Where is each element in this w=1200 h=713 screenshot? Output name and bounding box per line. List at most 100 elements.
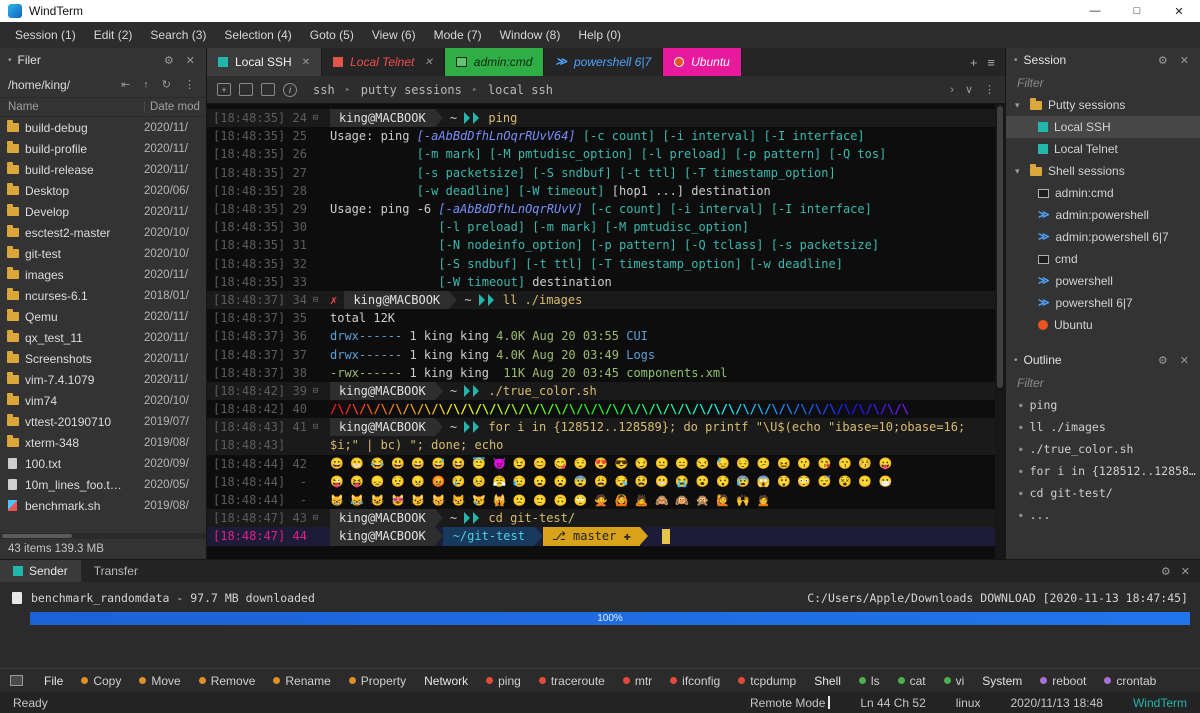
menu-goto-5[interactable]: Goto (5) — [301, 23, 363, 47]
session-item-admin-powershell[interactable]: ≫ admin:powershell — [1006, 204, 1200, 226]
new-window-icon[interactable] — [261, 83, 275, 96]
session-item-admin-powershell-6-7[interactable]: ≫ admin:powershell 6|7 — [1006, 226, 1200, 248]
tab-admin-cmd[interactable]: admin:cmd — [444, 48, 545, 76]
bottom-tab-transfer[interactable]: Transfer — [81, 560, 151, 582]
toolbar-network[interactable]: Network — [415, 669, 477, 692]
terminal[interactable]: [18:48:35] 24 ⊟ king@MACBOOK ~ ping [18:48:3… — [207, 104, 1005, 559]
menu-mode-7[interactable]: Mode (7) — [425, 23, 491, 47]
outline-settings-icon[interactable]: ⚙ — [1155, 354, 1171, 367]
transfer-settings-icon[interactable]: ⚙ — [1161, 565, 1171, 578]
session-filter-input[interactable]: Filter — [1006, 72, 1200, 94]
session-item-cmd[interactable]: cmd — [1006, 248, 1200, 270]
outline-item-cd-git-test[interactable]: ● cd git-test/ — [1006, 482, 1200, 504]
session-item-powershell[interactable]: ≫ powershell — [1006, 270, 1200, 292]
fold-marker-icon[interactable]: ⊟ — [307, 386, 324, 396]
status-windterm[interactable]: WindTerm — [1133, 696, 1187, 710]
file-row-xterm-348[interactable]: xterm-348 2019/08/ — [0, 432, 206, 453]
file-row-100-txt[interactable]: 100.txt 2020/09/ — [0, 453, 206, 474]
file-row-build-profile[interactable]: build-profile 2020/11/ — [0, 138, 206, 159]
scrollbar-thumb[interactable] — [2, 534, 72, 538]
toolbar-file[interactable]: File — [35, 669, 72, 692]
breadcrumb-segment-ssh[interactable]: ssh — [313, 83, 335, 97]
split-pane-icon[interactable]: + — [217, 83, 231, 96]
toolbar-reboot[interactable]: reboot — [1031, 669, 1095, 692]
breadcrumb-segment-local-ssh[interactable]: local ssh — [488, 83, 553, 97]
menu-help-0[interactable]: Help (0) — [569, 23, 630, 47]
fold-marker-icon[interactable]: ⊟ — [307, 513, 324, 523]
scrollbar-thumb[interactable] — [997, 106, 1003, 389]
info-icon[interactable]: i — [283, 82, 297, 97]
menu-window-8[interactable]: Window (8) — [491, 23, 570, 47]
session-item-shell-sessions[interactable]: ▾ Shell sessions — [1006, 160, 1200, 182]
toolbar-crontab[interactable]: crontab — [1095, 669, 1165, 692]
file-row-qx-test-11[interactable]: qx_test_11 2020/11/ — [0, 327, 206, 348]
outline-item-ping[interactable]: ● ping — [1006, 394, 1200, 416]
fold-marker-icon[interactable]: ⊟ — [307, 422, 324, 432]
status-2020-11-13-18-48[interactable]: 2020/11/13 18:48 — [1010, 696, 1103, 710]
toolbar-ping[interactable]: ping — [477, 669, 530, 692]
filer-menu-icon[interactable]: ⋮ — [181, 78, 198, 91]
filer-settings-icon[interactable]: ⚙ — [161, 54, 177, 67]
session-settings-icon[interactable]: ⚙ — [1155, 54, 1171, 67]
column-header-name[interactable]: Name — [0, 101, 144, 113]
session-item-putty-sessions[interactable]: ▾ Putty sessions — [1006, 94, 1200, 116]
toolbar-ls[interactable]: ls — [850, 669, 889, 692]
filer-close-icon[interactable]: ✕ — [183, 54, 198, 67]
outline-item-[interactable]: ●... — [1006, 504, 1200, 526]
file-row-esctest2-master[interactable]: esctest2-master 2020/10/ — [0, 222, 206, 243]
maximize-button[interactable]: □ — [1116, 0, 1158, 22]
menu-selection-4[interactable]: Selection (4) — [215, 23, 300, 47]
tab-close-icon[interactable]: ✕ — [302, 57, 310, 68]
session-item-ubuntu[interactable]: Ubuntu — [1006, 314, 1200, 336]
toolbar-copy[interactable]: Copy — [72, 669, 130, 692]
window-grid-icon[interactable] — [10, 675, 23, 686]
filer-path[interactable]: /home/king/ — [8, 78, 111, 92]
session-item-powershell-6-7[interactable]: ≫ powershell 6|7 — [1006, 292, 1200, 314]
toolbar-system[interactable]: System — [973, 669, 1031, 692]
outline-item-ll-images[interactable]: ● ll ./images — [1006, 416, 1200, 438]
file-row-vim74[interactable]: vim74 2020/10/ — [0, 390, 206, 411]
breadcrumb-segment-putty-sessions[interactable]: putty sessions — [361, 83, 462, 97]
file-row-benchmark-sh[interactable]: benchmark.sh 2019/08/ — [0, 495, 206, 516]
file-row-build-release[interactable]: build-release 2020/11/ — [0, 159, 206, 180]
session-close-icon[interactable]: ✕ — [1177, 54, 1192, 67]
file-row-build-debug[interactable]: build-debug 2020/11/ — [0, 117, 206, 138]
file-row-vim-7-4-1079[interactable]: vim-7.4.1079 2020/11/ — [0, 369, 206, 390]
tab-local-telnet[interactable]: Local Telnet ✕ — [322, 48, 445, 76]
tab-close-icon[interactable]: ✕ — [424, 57, 432, 68]
collapse-arrow-icon[interactable]: ▾ — [1015, 166, 1024, 177]
expand-icon[interactable]: › — [950, 84, 954, 96]
toolbar-cat[interactable]: cat — [889, 669, 935, 692]
transfer-close-icon[interactable]: ✕ — [1181, 565, 1190, 578]
file-row-desktop[interactable]: Desktop 2020/06/ — [0, 180, 206, 201]
menu-edit-2[interactable]: Edit (2) — [85, 23, 142, 47]
file-row-qemu[interactable]: Qemu 2020/11/ — [0, 306, 206, 327]
file-row-vttest-20190710[interactable]: vttest-20190710 2019/07/ — [0, 411, 206, 432]
toolbar-shell[interactable]: Shell — [805, 669, 850, 692]
file-row-git-test[interactable]: git-test 2020/10/ — [0, 243, 206, 264]
file-row-images[interactable]: images 2020/11/ — [0, 264, 206, 285]
file-row-10m-lines-foo-t[interactable]: 10m_lines_foo.t… 2020/05/ — [0, 474, 206, 495]
fold-marker-icon[interactable]: ⊟ — [307, 113, 324, 123]
toolbar-vi[interactable]: vi — [935, 669, 974, 692]
collapse-arrow-icon[interactable]: ▾ — [1015, 100, 1024, 111]
toolbar-property[interactable]: Property — [340, 669, 415, 692]
session-item-admin-cmd[interactable]: admin:cmd — [1006, 182, 1200, 204]
pane-icon[interactable] — [239, 83, 253, 96]
file-row-screenshots[interactable]: Screenshots 2020/11/ — [0, 348, 206, 369]
toolbar-tcpdump[interactable]: tcpdump — [729, 669, 805, 692]
session-item-local-telnet[interactable]: Local Telnet — [1006, 138, 1200, 160]
tab-local-ssh[interactable]: Local SSH ✕ — [207, 48, 323, 76]
up-directory-icon[interactable]: ↑ — [140, 79, 152, 91]
toolbar-traceroute[interactable]: traceroute — [530, 669, 614, 692]
status-remote-mode[interactable]: Remote Mode — [750, 696, 831, 710]
file-row-develop[interactable]: Develop 2020/11/ — [0, 201, 206, 222]
toolbar-remove[interactable]: Remove — [190, 669, 265, 692]
status-ln-44-ch-52[interactable]: Ln 44 Ch 52 — [860, 696, 925, 710]
outline-item-for-i-in-128512-128589[interactable]: ● for i in {128512..128589} — [1006, 460, 1200, 482]
filer-hscrollbar[interactable] — [0, 533, 206, 539]
dropdown-icon[interactable]: ∨ — [965, 83, 973, 96]
outline-filter-input[interactable]: Filter — [1006, 372, 1200, 394]
column-header-date[interactable]: Date mod — [144, 101, 206, 113]
outline-close-icon[interactable]: ✕ — [1177, 354, 1192, 367]
